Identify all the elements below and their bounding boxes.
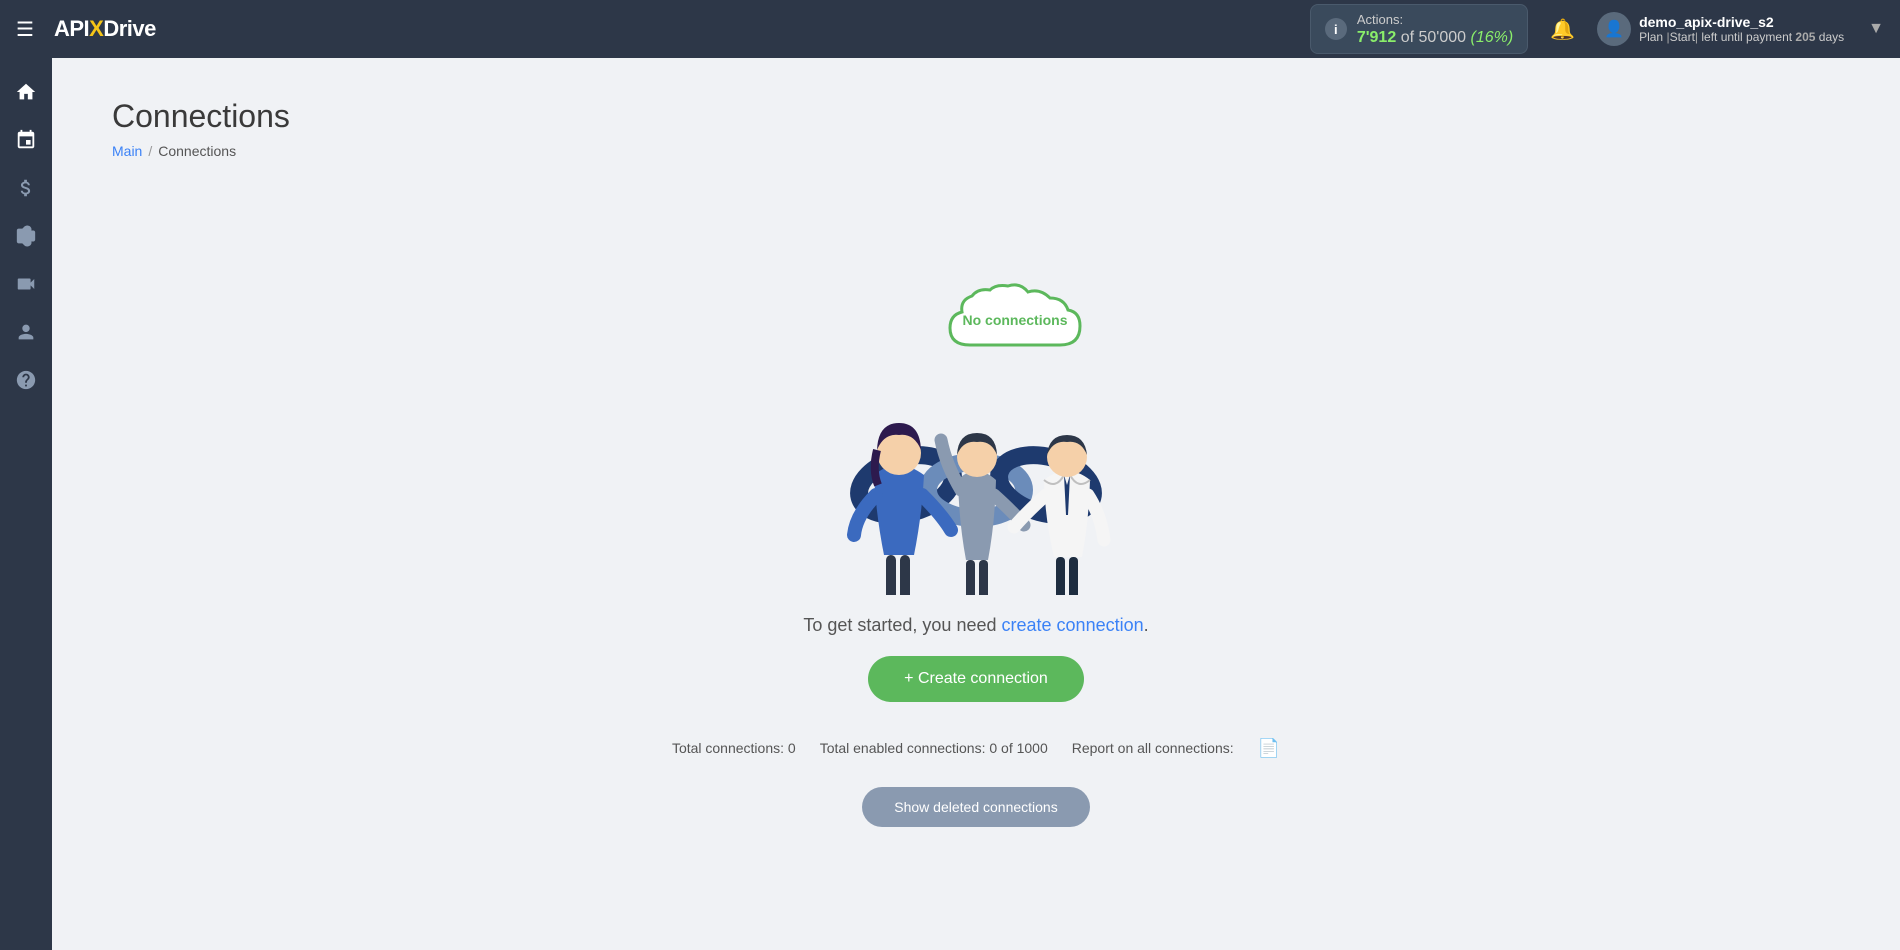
breadcrumb-separator: /: [148, 143, 152, 159]
create-connection-link[interactable]: create connection: [1002, 615, 1144, 635]
logo-drive: Drive: [103, 16, 156, 42]
report-label: Report on all connections:: [1072, 740, 1234, 756]
top-navigation: ☰ APIXDrive i Actions: 7'912 of 50'000 (…: [0, 0, 1900, 58]
breadcrumb: Main / Connections: [112, 143, 1840, 159]
enabled-connections: Total enabled connections: 0 of 1000: [820, 740, 1048, 756]
report-icon[interactable]: 📄: [1258, 738, 1280, 759]
sidebar-item-profile[interactable]: [4, 310, 48, 354]
sidebar-item-help[interactable]: [4, 358, 48, 402]
user-info: demo_apix-drive_s2 Plan |Start| left unt…: [1639, 14, 1844, 44]
show-deleted-button[interactable]: Show deleted connections: [862, 787, 1089, 827]
svg-text:No connections: No connections: [962, 312, 1067, 328]
user-section: 👤 demo_apix-drive_s2 Plan |Start| left u…: [1597, 12, 1844, 46]
actions-badge: i Actions: 7'912 of 50'000 (16%): [1310, 4, 1528, 54]
logo-x: X: [89, 16, 103, 42]
info-icon: i: [1325, 18, 1347, 40]
sidebar: [0, 58, 52, 950]
user-plan: Plan |Start| left until payment 205 days: [1639, 30, 1844, 44]
tagline: To get started, you need create connecti…: [803, 615, 1148, 636]
no-connections-bubble: No connections: [940, 280, 1120, 375]
sidebar-item-home[interactable]: [4, 70, 48, 114]
breadcrumb-current: Connections: [158, 143, 236, 159]
stats-row: Total connections: 0 Total enabled conne…: [672, 738, 1280, 759]
page-title: Connections: [112, 98, 1840, 135]
main-content: Connections Main / Connections: [52, 58, 1900, 950]
avatar: 👤: [1597, 12, 1631, 46]
user-menu-chevron[interactable]: ▼: [1868, 20, 1884, 38]
illustration: No connections: [766, 275, 1186, 595]
logo: APIXDrive: [54, 16, 156, 42]
notification-bell[interactable]: 🔔: [1544, 11, 1581, 48]
user-name: demo_apix-drive_s2: [1639, 14, 1844, 30]
create-connection-button[interactable]: + Create connection: [868, 656, 1084, 702]
breadcrumb-main[interactable]: Main: [112, 143, 142, 159]
center-area: No connections To get started, you need …: [112, 191, 1840, 910]
sidebar-item-video[interactable]: [4, 262, 48, 306]
menu-icon[interactable]: ☰: [16, 17, 34, 42]
sidebar-item-connections[interactable]: [4, 118, 48, 162]
main-layout: Connections Main / Connections: [0, 58, 1900, 950]
actions-text: Actions: 7'912 of 50'000 (16%): [1357, 11, 1513, 47]
sidebar-item-billing[interactable]: [4, 166, 48, 210]
total-connections: Total connections: 0: [672, 740, 796, 756]
logo-api: API: [54, 16, 89, 42]
sidebar-item-tools[interactable]: [4, 214, 48, 258]
